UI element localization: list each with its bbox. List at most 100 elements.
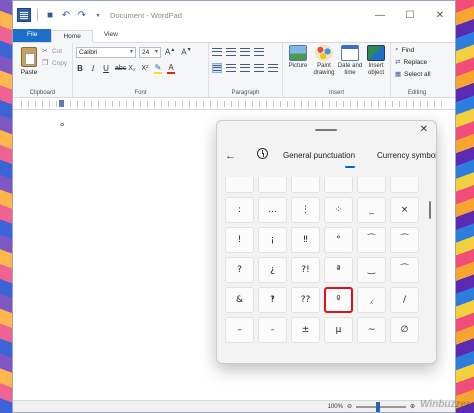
tab-home[interactable]: Home [51,30,93,43]
symbol-cell[interactable] [225,177,254,193]
maximize-button[interactable]: ☐ [395,1,425,29]
chevron-down-icon: ▼ [154,49,159,55]
symbol-cell[interactable]: ‿ [357,257,386,283]
symbol-cell[interactable]: / [390,287,419,313]
indent-marker[interactable] [59,100,64,107]
grow-font-icon[interactable]: A▲ [165,47,175,57]
back-arrow-icon[interactable]: ← [225,150,236,162]
tab-currency-symbols[interactable]: Currency symbols [377,151,436,160]
symbol-category-nav: ← General punctuation Currency symbols [217,147,436,169]
symbol-cell[interactable]: ?! [291,257,320,283]
copy-button[interactable]: ❐ Copy [42,59,67,68]
highlight-color-icon[interactable]: ✎ [154,63,162,74]
font-family-select[interactable]: Calibri ▼ [76,47,136,58]
paste-button[interactable]: Paste [16,45,42,81]
close-button[interactable]: ✕ [425,1,455,29]
ribbon-tabs: File Home View [13,29,455,43]
symbol-cell[interactable]: : [225,197,254,223]
object-icon [367,45,385,61]
replace-button[interactable]: ⇄ Replace [395,58,427,67]
zoom-in-icon[interactable]: ⊕ [410,403,415,410]
minimize-button[interactable]: — [365,1,395,29]
redo-icon[interactable]: ↷ [76,9,88,21]
symbol-cell[interactable]: ª [324,257,353,283]
insert-object-button[interactable]: Insert object [363,45,389,77]
symbol-cell[interactable]: _ [357,197,386,223]
symbol-cell[interactable]: ? [225,257,254,283]
symbol-cell[interactable]: ∅ [390,317,419,343]
symbol-cell[interactable]: ° [324,227,353,253]
symbol-cell[interactable]: ¡ [258,227,287,253]
underline-icon[interactable]: U [102,64,110,73]
justify-icon[interactable] [254,63,264,73]
symbol-cell[interactable]: – [225,317,254,343]
paint-drawing-button[interactable]: Paint drawing [311,45,337,77]
font-size-select[interactable]: 24 ▼ [139,47,161,58]
find-label: Find [401,46,415,54]
symbol-cell[interactable]: ?? [291,287,320,313]
superscript-icon[interactable]: X² [141,65,149,72]
symbol-cell[interactable]: ‽ [258,287,287,313]
symbol-cell[interactable]: ¿ [258,257,287,283]
date-time-label: Date and time [337,63,363,76]
zoom-out-icon[interactable]: ⊖ [347,403,352,410]
picture-button[interactable]: Picture [285,45,311,70]
symbol-cell[interactable]: ⁀ [357,227,386,253]
strikethrough-icon[interactable]: abc [115,65,126,72]
zoom-slider[interactable] [355,401,406,412]
font-color-icon[interactable]: A [167,63,175,74]
bold-icon[interactable]: B [76,64,84,73]
decrease-indent-icon[interactable] [212,47,222,57]
symbol-cell[interactable]: ⁘ [324,197,353,223]
tab-file[interactable]: File [13,29,52,42]
subscript-icon[interactable]: X₂ [128,65,136,72]
symbol-cell[interactable]: × [390,197,419,223]
tab-view[interactable]: View [93,29,129,42]
line-spacing-icon[interactable] [254,47,264,57]
symbol-cell[interactable]: º [324,287,353,313]
tab-general-punctuation[interactable]: General punctuation [283,151,355,160]
symbol-cell[interactable]: ⁁ [357,287,386,313]
save-icon[interactable]: ■ [44,9,56,21]
close-icon[interactable]: ✕ [420,124,428,135]
customize-qat-icon[interactable]: ▾ [92,9,104,21]
paragraph-settings-icon[interactable] [268,63,278,73]
symbol-cell[interactable]: ⁀ [390,257,419,283]
symbol-cell[interactable] [291,177,320,193]
increase-indent-icon[interactable] [226,47,236,57]
symbol-cell[interactable]: ... [258,197,287,223]
shrink-font-icon[interactable]: A▼ [181,47,191,57]
symbol-cell[interactable]: ~ [357,317,386,343]
bullets-icon[interactable] [240,47,250,57]
align-right-icon[interactable] [240,63,250,73]
symbol-cell[interactable]: ± [291,317,320,343]
symbol-cell[interactable]: ⋮ [291,197,320,223]
watermark-logo: Winbuzzer [420,399,470,410]
paste-icon [21,47,37,67]
cut-button[interactable]: ✂ Cut [42,47,62,56]
symbol-cell[interactable] [258,177,287,193]
symbol-cell[interactable] [324,177,353,193]
symbol-cell[interactable] [357,177,386,193]
symbol-cell[interactable]: μ [324,317,353,343]
find-button[interactable]: ⌕ Find [395,46,414,54]
symbol-cell[interactable]: ‼ [291,227,320,253]
symbol-cell[interactable] [390,177,419,193]
undo-icon[interactable]: ↶ [60,9,72,21]
wordpad-app-icon[interactable] [17,8,31,22]
italic-icon[interactable]: I [89,64,97,73]
zoom-slider-thumb[interactable] [375,401,380,412]
date-time-button[interactable]: Date and time [337,45,363,77]
align-left-icon[interactable] [212,63,222,73]
symbol-cell[interactable]: & [225,287,254,313]
symbol-cell[interactable]: - [258,317,287,343]
picture-label: Picture [288,63,308,69]
symbol-cell[interactable]: ⁀ [390,227,419,253]
drag-handle[interactable] [315,129,337,131]
symbol-cell[interactable]: ! [225,227,254,253]
align-center-icon[interactable] [226,63,236,73]
panel-scrollbar[interactable] [429,201,431,219]
select-all-button[interactable]: ▦ Select all [395,70,431,79]
ruler[interactable] [13,98,455,110]
recent-clock-icon[interactable] [257,148,268,159]
